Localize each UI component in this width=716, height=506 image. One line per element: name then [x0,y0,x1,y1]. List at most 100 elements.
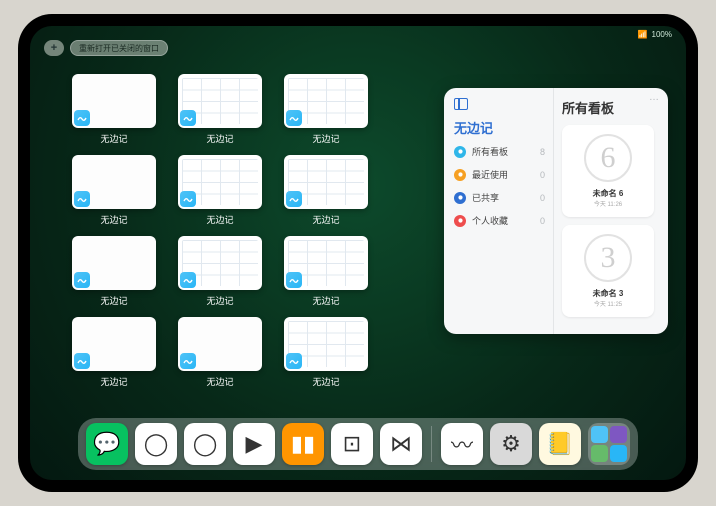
board-title: 未命名 3 [593,288,624,299]
window-thumbnail[interactable]: 无边记 [282,317,370,388]
wifi-icon: 📶 [638,30,648,39]
freeform-app-icon [286,191,302,207]
window-thumbnail[interactable]: 无边记 [176,155,264,226]
window-label: 无边记 [206,213,233,226]
freeform-app-icon [180,353,196,369]
dock-app-books[interactable]: ▮▮ [282,423,324,465]
window-label: 无边记 [100,213,127,226]
window-thumbnail[interactable]: 无边记 [70,74,158,145]
window-thumbnail[interactable]: 无边记 [176,317,264,388]
board-subtitle: 今天 11:26 [594,199,622,208]
status-bar: 📶 100% [638,30,672,39]
window-thumbnail[interactable]: 无边记 [282,155,370,226]
dock-app-qqbrowser[interactable]: ◯ [184,423,226,465]
window-label: 无边记 [312,132,339,145]
boards-title: 所有看板 [562,98,660,117]
window-thumbnail[interactable]: 无边记 [70,317,158,388]
window-label: 无边记 [312,213,339,226]
battery-label: 100% [652,30,672,39]
freeform-app-icon [74,110,90,126]
freeform-app-icon [74,353,90,369]
dock-separator [431,426,432,462]
sidebar-item-label: 最近使用 [472,168,508,181]
dock-app-wechat[interactable]: 💬 [86,423,128,465]
sidebar-item[interactable]: 已共享 0 [454,191,545,204]
heart-icon [454,215,466,227]
sidebar-item-label: 所有看板 [472,145,508,158]
window-label: 无边记 [100,375,127,388]
sidebar-item[interactable]: 个人收藏 0 [454,214,545,227]
board-card[interactable]: 6 未命名 6今天 11:26 [562,125,654,217]
window-preview [178,236,262,290]
dock-app-dice[interactable]: ⊡ [331,423,373,465]
sidebar-item-label: 个人收藏 [472,214,508,227]
dock-app-connect[interactable]: ⋈ [380,423,422,465]
window-thumbnail[interactable]: 无边记 [70,236,158,307]
window-thumbnail[interactable]: 无边记 [70,155,158,226]
freeform-app-icon [180,272,196,288]
dock-app-freeform[interactable]: 〰 [441,423,483,465]
window-thumbnail[interactable]: 无边记 [282,236,370,307]
freeform-app-panel[interactable]: 无边记 所有看板8最近使用0已共享0个人收藏0 所有看板 6未命名 6今天 11… [444,88,668,334]
sidebar-item-count: 0 [540,216,545,226]
freeform-app-icon [74,272,90,288]
sidebar-item[interactable]: 最近使用 0 [454,168,545,181]
window-preview [178,317,262,371]
dock-app-library[interactable] [588,423,630,465]
freeform-app-icon [74,191,90,207]
window-thumbnail[interactable]: 无边记 [176,74,264,145]
freeform-app-icon [286,110,302,126]
ipad-device-frame: 📶 100% + 重新打开已关闭的窗口 无边记无边记无边记无边记无边记无边记无边… [18,14,698,492]
sidebar-item[interactable]: 所有看板 8 [454,145,545,158]
freeform-app-icon [286,272,302,288]
window-label: 无边记 [206,132,233,145]
window-label: 无边记 [312,375,339,388]
board-subtitle: 今天 11:25 [594,299,622,308]
board-thumbnail: 3 [584,234,632,282]
sidebar-item-count: 0 [540,193,545,203]
window-label: 无边记 [100,132,127,145]
window-preview [72,155,156,209]
app-switcher-grid: 无边记无边记无边记无边记无边记无边记无边记无边记无边记无边记无边记无边记 [70,74,370,388]
freeform-boards-pane: 所有看板 6 未命名 6今天 11:26 3 未命名 3今天 11:25 [554,88,668,334]
window-thumbnail[interactable]: 无边记 [176,236,264,307]
dock-app-settings[interactable]: ⚙ [490,423,532,465]
board-card[interactable]: 3 未命名 3今天 11:25 [562,225,654,317]
grid-icon [454,146,466,158]
window-preview [284,317,368,371]
dock-app-notes[interactable]: 📒 [539,423,581,465]
dock-app-quark[interactable]: ◯ [135,423,177,465]
sidebar-item-count: 8 [540,147,545,157]
new-space-button[interactable]: + [44,40,64,56]
window-label: 无边记 [206,375,233,388]
person-icon [454,192,466,204]
window-preview [284,236,368,290]
window-thumbnail[interactable]: 无边记 [282,74,370,145]
dock-app-play[interactable]: ▶ [233,423,275,465]
window-label: 无边记 [312,294,339,307]
sidebar-item-label: 已共享 [472,191,499,204]
window-preview [284,74,368,128]
board-title: 未命名 6 [593,188,624,199]
window-preview [178,74,262,128]
board-thumbnail: 6 [584,134,632,182]
window-preview [72,236,156,290]
window-preview [72,317,156,371]
sidebar-item-count: 0 [540,170,545,180]
freeform-sidebar: 无边记 所有看板 8 最近使用 0 已共享 0 个人收藏 0 [444,88,554,334]
window-label: 无边记 [100,294,127,307]
freeform-app-icon [180,110,196,126]
sidebar-toggle-icon[interactable] [454,98,468,110]
clock-icon [454,169,466,181]
freeform-app-icon [180,191,196,207]
sidebar-title: 无边记 [454,118,545,137]
sidebar-categories: 所有看板 8 最近使用 0 已共享 0 个人收藏 0 [454,145,545,227]
screen: 📶 100% + 重新打开已关闭的窗口 无边记无边记无边记无边记无边记无边记无边… [30,26,686,480]
window-preview [284,155,368,209]
reopen-closed-window-button[interactable]: 重新打开已关闭的窗口 [70,40,168,56]
freeform-app-icon [286,353,302,369]
top-controls: + 重新打开已关闭的窗口 [44,40,168,56]
window-label: 无边记 [206,294,233,307]
dock: 💬◯◯▶▮▮⊡⋈〰⚙📒 [78,418,638,470]
window-preview [178,155,262,209]
